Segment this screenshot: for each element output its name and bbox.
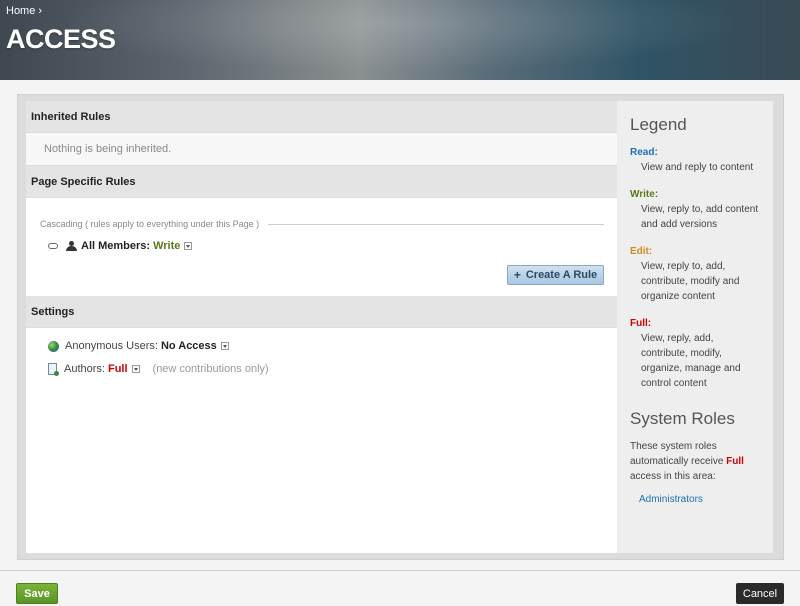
system-roles-text: These system roles automatically receive… <box>630 439 760 484</box>
document-icon <box>48 363 59 376</box>
create-rule-button[interactable]: + Create A Rule <box>507 265 604 285</box>
page-rules-heading: Page Specific Rules <box>26 166 617 197</box>
footer-bar: Save Cancel <box>0 570 800 606</box>
save-button[interactable]: Save <box>16 583 58 604</box>
dropdown-arrow-icon[interactable] <box>131 365 140 373</box>
header-banner: Home › ACCESS <box>0 0 800 80</box>
plus-icon: + <box>513 268 521 282</box>
breadcrumb[interactable]: Home › <box>6 5 42 17</box>
link-icon[interactable] <box>48 243 58 249</box>
dropdown-arrow-icon[interactable] <box>220 342 229 350</box>
system-text-part2: access in this area: <box>630 471 716 482</box>
create-rule-label: Create A Rule <box>525 269 598 281</box>
anon-label: Anonymous Users: <box>65 340 158 352</box>
system-text-full: Full <box>726 456 744 467</box>
access-panel: Inherited Rules Nothing is being inherit… <box>17 94 784 560</box>
legend-title: Legend <box>630 115 687 134</box>
system-roles-title: System Roles <box>630 409 735 428</box>
cancel-button[interactable]: Cancel <box>736 583 784 604</box>
system-text-part1: These system roles automatically receive <box>630 441 727 467</box>
legend-desc-full: View, reply, add, contribute, modify, or… <box>641 333 741 389</box>
rule-row-all-members: All Members: Write <box>48 240 193 252</box>
legend-panel: Legend Read: View and reply to content W… <box>617 101 773 553</box>
legend-term-edit: Edit: <box>630 246 653 257</box>
legend-term-full: Full: <box>630 318 652 329</box>
authors-label: Authors: <box>64 363 105 375</box>
globe-icon <box>48 340 59 352</box>
divider <box>268 224 604 225</box>
legend-desc-edit: View, reply to, add, contribute, modify … <box>641 261 740 302</box>
legend-desc-read: View and reply to content <box>641 162 754 173</box>
rules-main: Inherited Rules Nothing is being inherit… <box>26 101 617 553</box>
system-role-administrators[interactable]: Administrators <box>630 494 760 505</box>
settings-body: Anonymous Users: No Access Authors: Full… <box>26 327 617 527</box>
settings-heading: Settings <box>26 296 617 327</box>
member-label: All Members: <box>81 240 151 252</box>
anon-permission[interactable]: No Access <box>161 340 217 352</box>
setting-authors: Authors: Full (new contributions only) <box>48 363 269 376</box>
dropdown-arrow-icon[interactable] <box>184 242 193 250</box>
setting-anonymous-users: Anonymous Users: No Access <box>48 340 229 352</box>
inherited-rules-heading: Inherited Rules <box>26 101 617 132</box>
authors-note: (new contributions only) <box>152 363 269 375</box>
people-icon <box>66 241 77 251</box>
page-title: ACCESS <box>6 24 116 54</box>
legend-term-write: Write: <box>630 189 659 200</box>
legend-desc-write: View, reply to, add content and add vers… <box>641 204 759 230</box>
inherited-message: Nothing is being inherited. <box>26 132 617 166</box>
page-rules-body: Cascading ( rules apply to everything un… <box>26 197 617 296</box>
authors-permission[interactable]: Full <box>108 363 128 375</box>
member-permission[interactable]: Write <box>153 240 180 252</box>
cascading-label: Cascading ( rules apply to everything un… <box>40 219 260 229</box>
legend-term-read: Read: <box>630 147 658 158</box>
